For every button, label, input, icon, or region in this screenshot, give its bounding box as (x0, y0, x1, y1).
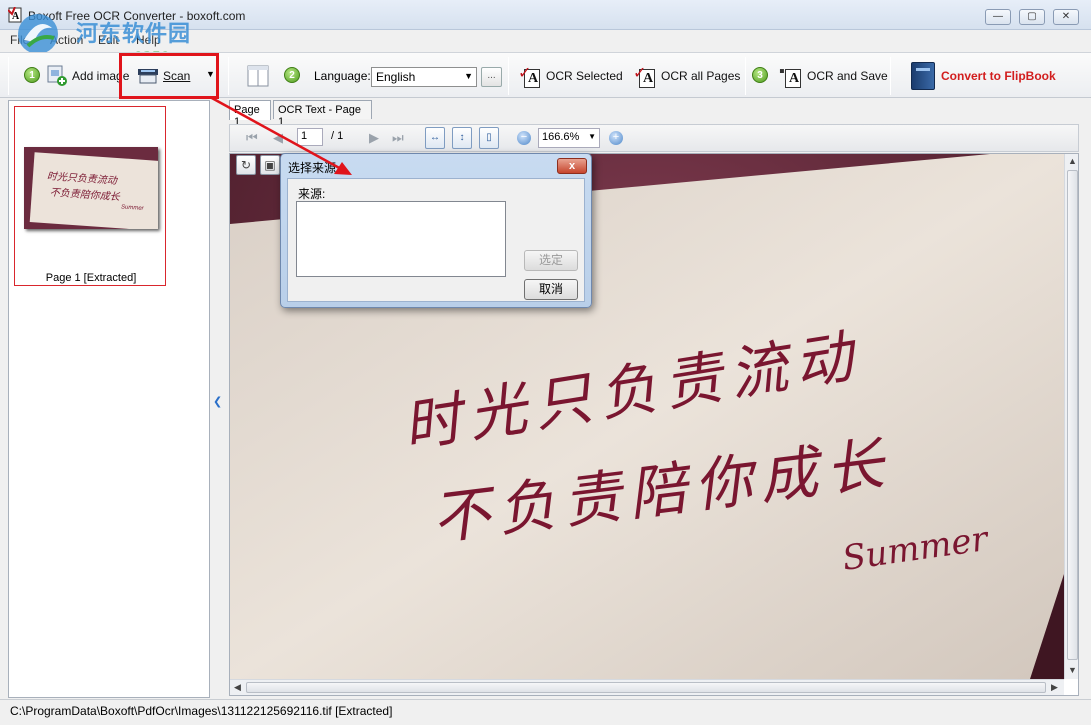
zoom-select[interactable]: 166.6% ▼ (538, 128, 600, 148)
ocr-selected-label: OCR Selected (546, 69, 623, 83)
actual-size-button[interactable]: ▯ (479, 127, 499, 149)
first-page-icon[interactable]: ⏮ (246, 130, 258, 146)
ocr-selected-icon: A ✓ (518, 65, 540, 88)
add-image-button[interactable]: Add image (46, 61, 129, 91)
page-icon: ▯ (486, 132, 492, 143)
thumbnail-panel: 时光只负责流动 不负责陪你成长 Summer Page 1 [Extracted… (8, 100, 210, 698)
last-page-icon[interactable]: ⏭ (392, 130, 404, 146)
collapse-left-icon[interactable]: ❮ (213, 395, 222, 408)
scroll-down-icon[interactable]: ▼ (1068, 665, 1077, 675)
document-toolbar (229, 124, 1079, 152)
select-button[interactable]: 选定 (524, 250, 578, 271)
fit-width-icon: ↔ (430, 132, 440, 143)
menu-action[interactable]: Action (50, 33, 83, 47)
ocr-all-pages-label: OCR all Pages (661, 69, 741, 83)
thumbnail-signature: Summer (120, 204, 144, 212)
chevron-down-icon: ▼ (464, 71, 473, 81)
language-more-button[interactable]: ... (481, 67, 502, 87)
step-1-badge: 1 (24, 67, 40, 83)
add-image-icon (47, 65, 67, 86)
fit-height-icon: ↕ (459, 132, 465, 143)
panel-splitter[interactable]: ❮ (210, 100, 225, 698)
rotate-button[interactable]: ↻ (236, 155, 256, 175)
scroll-right-icon[interactable]: ▶ (1051, 682, 1058, 693)
dialog-title: 选择来源 (288, 161, 337, 175)
zoom-out-icon[interactable]: − (517, 131, 531, 145)
source-list[interactable] (296, 201, 506, 277)
menu-edit[interactable]: Edit (98, 33, 119, 47)
ocr-all-pages-icon: A ✓ (633, 65, 655, 88)
viewer-tools: ↻ ▣ (234, 155, 284, 177)
convert-to-flipbook-button[interactable]: Convert to FlipBook (911, 62, 1056, 90)
close-button[interactable]: ✕ (1053, 9, 1079, 25)
horizontal-scrollbar[interactable]: ◀ ▶ (230, 679, 1064, 695)
step-3-badge: 3 (752, 67, 768, 83)
toolbar-separator (890, 57, 891, 95)
scan-highlight-annotation (119, 53, 219, 99)
ocr-and-save-button[interactable]: A ▪ OCR and Save (779, 61, 888, 91)
scroll-up-icon[interactable]: ▲ (1068, 156, 1077, 166)
page-number-input[interactable]: 1 (297, 128, 323, 146)
toolbar-separator (508, 57, 509, 95)
menu-help[interactable]: Help (136, 33, 161, 47)
tab-ocr-text[interactable]: OCR Text - Page 1 (273, 100, 372, 128)
menu-bar: File Action Edit Help (0, 30, 1091, 50)
ocr-selected-button[interactable]: A ✓ OCR Selected (518, 61, 623, 91)
convert-to-flipbook-label: Convert to FlipBook (941, 69, 1056, 83)
scroll-left-icon[interactable]: ◀ (234, 682, 241, 693)
tab-page-1[interactable]: Page 1 (229, 100, 271, 128)
select-source-dialog: 选择来源 x 来源: 选定 取消 (280, 153, 592, 308)
panel-layout-icon[interactable] (247, 65, 269, 87)
next-page-icon[interactable]: ▶ (369, 130, 379, 146)
select-area-icon: ▣ (264, 158, 276, 172)
ocr-save-icon: A ▪ (779, 63, 801, 88)
thumbnail-image: 时光只负责流动 不负责陪你成长 Summer (24, 147, 158, 229)
title-bar: A Boxoft Free OCR Converter - boxoft.com… (0, 0, 1091, 30)
page-thumbnail[interactable]: 时光只负责流动 不负责陪你成长 Summer Page 1 [Extracted… (14, 106, 166, 286)
page-total: / 1 (331, 130, 344, 142)
toolbar-grip (8, 57, 9, 95)
minimize-button[interactable]: — (985, 9, 1011, 25)
select-area-button[interactable]: ▣ (260, 155, 280, 175)
fit-width-button[interactable]: ↔ (425, 127, 445, 149)
maximize-button[interactable]: ▢ (1019, 9, 1045, 25)
source-label: 来源: (298, 187, 326, 201)
zoom-in-icon[interactable]: + (609, 131, 623, 145)
close-icon: ✕ (1061, 11, 1071, 22)
window-title: Boxoft Free OCR Converter - boxoft.com (28, 9, 246, 23)
thumbnail-caption: Page 1 [Extracted] (45, 272, 137, 284)
language-select[interactable]: English ▼ (371, 67, 477, 87)
rotate-icon: ↻ (240, 158, 252, 172)
status-bar: C:\ProgramData\Boxoft\PdfOcr\Images\1311… (0, 699, 1091, 725)
zoom-value: 166.6% (542, 131, 580, 143)
dialog-body: 来源: 选定 取消 (287, 178, 585, 302)
minimize-icon: — (993, 11, 1003, 22)
language-label: Language: (314, 69, 371, 83)
toolbar-separator (228, 57, 229, 95)
maximize-icon: ▢ (1027, 11, 1037, 22)
menu-file[interactable]: File (10, 33, 29, 47)
ocr-all-pages-button[interactable]: A ✓ OCR all Pages (633, 61, 740, 91)
dialog-close-button[interactable]: x (557, 158, 587, 174)
flipbook-icon (911, 62, 935, 90)
vertical-scrollbar[interactable]: ▲ ▼ (1064, 154, 1078, 679)
app-icon: A (8, 7, 22, 23)
previous-page-icon[interactable]: ◀ (273, 130, 283, 146)
ocr-and-save-label: OCR and Save (807, 69, 888, 83)
fit-height-button[interactable]: ↕ (452, 127, 472, 149)
chevron-down-icon: ▼ (588, 132, 596, 141)
step-2-badge: 2 (284, 67, 300, 83)
horizontal-scroll-thumb[interactable] (246, 682, 1046, 693)
close-icon: x (568, 160, 576, 172)
language-value: English (376, 70, 416, 84)
toolbar-separator (745, 57, 746, 95)
cancel-button[interactable]: 取消 (524, 279, 578, 300)
vertical-scroll-thumb[interactable] (1067, 170, 1078, 660)
status-text: C:\ProgramData\Boxoft\PdfOcr\Images\1311… (10, 704, 393, 718)
